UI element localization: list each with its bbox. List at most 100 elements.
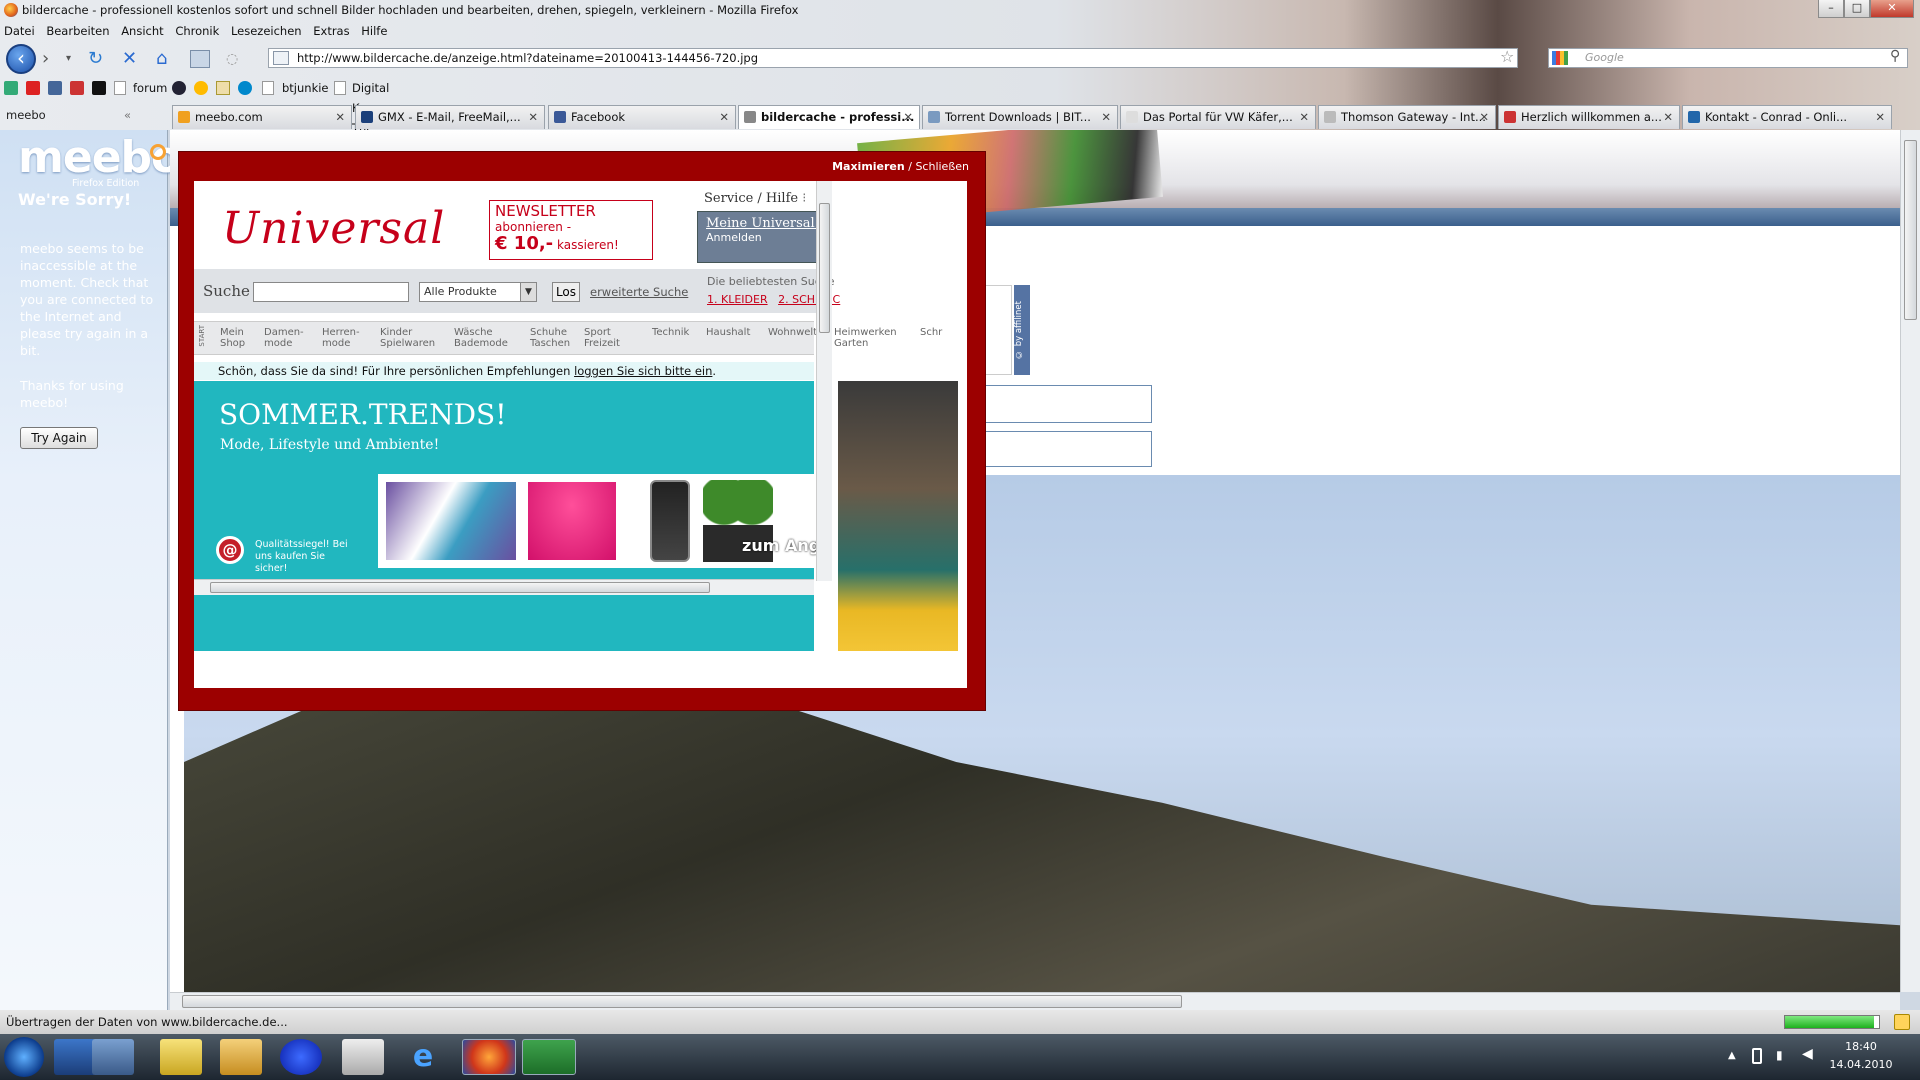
- volume-icon[interactable]: ◀: [1802, 1046, 1813, 1062]
- menu-hilfe[interactable]: Hilfe: [357, 22, 391, 40]
- close-window-button[interactable]: ✕: [1870, 0, 1914, 18]
- close-tab-icon[interactable]: ✕: [1663, 106, 1673, 128]
- bookmark-btjunkie[interactable]: btjunkie: [282, 78, 329, 98]
- search-field[interactable]: Google: [1548, 48, 1908, 68]
- category-item[interactable]: Schr: [920, 327, 942, 338]
- login-link[interactable]: Anmelden: [706, 231, 808, 244]
- page-horizontal-scrollbar[interactable]: [170, 992, 1900, 1010]
- history-dropdown-icon[interactable]: ▾: [66, 49, 78, 69]
- firefox-taskbar-icon[interactable]: [462, 1039, 516, 1075]
- youtube-icon[interactable]: [26, 81, 40, 95]
- home-icon[interactable]: ⌂: [156, 48, 178, 70]
- go-button[interactable]: Los: [552, 282, 580, 302]
- tab-4[interactable]: bildercache - professi... ✕: [738, 105, 920, 129]
- login-prompt-link[interactable]: loggen Sie sich bitte ein: [574, 364, 712, 378]
- collapse-sidebar-icon[interactable]: «: [124, 103, 131, 127]
- ad-horizontal-scrollbar[interactable]: [194, 579, 814, 595]
- battery-icon[interactable]: [1752, 1048, 1762, 1064]
- my-universal-link[interactable]: Meine Universal We: [706, 216, 816, 231]
- try-again-button[interactable]: Try Again: [20, 427, 98, 449]
- stop-icon[interactable]: ✕: [122, 48, 144, 70]
- scroll-thumb[interactable]: [1904, 140, 1917, 320]
- bookmark-favicon-icon[interactable]: [4, 81, 18, 95]
- phone-product-image[interactable]: [650, 480, 690, 562]
- bookmark-icon[interactable]: [194, 81, 208, 95]
- document-app-icon[interactable]: [342, 1039, 384, 1075]
- tab-1[interactable]: meebo.com ✕: [172, 105, 352, 129]
- google-engine-icon[interactable]: [1552, 51, 1568, 65]
- addon-icon[interactable]: [190, 50, 210, 68]
- start-button[interactable]: [4, 1037, 44, 1077]
- page-vertical-scrollbar[interactable]: [1900, 130, 1920, 992]
- amazon-icon[interactable]: [92, 81, 106, 95]
- universal-logo[interactable]: Universal: [222, 203, 445, 254]
- category-item[interactable]: Haushalt: [706, 327, 750, 338]
- category-select[interactable]: Alle Produkte ▼: [419, 282, 537, 302]
- scroll-thumb[interactable]: [210, 582, 710, 593]
- popup-maximize-link[interactable]: Maximieren: [832, 160, 905, 173]
- service-help-link[interactable]: Service / Hilfe ⁝: [704, 191, 806, 206]
- taskbar-clock[interactable]: 18:40 14.04.2010: [1826, 1038, 1896, 1074]
- close-tab-icon[interactable]: ✕: [1101, 106, 1111, 128]
- forward-button[interactable]: ›: [42, 49, 64, 69]
- menu-extras[interactable]: Extras: [309, 22, 353, 40]
- maximize-button[interactable]: □: [1844, 0, 1870, 18]
- category-item[interactable]: Damen-mode: [264, 327, 304, 349]
- bookmark-icon[interactable]: [216, 81, 230, 95]
- bookmark-star-icon[interactable]: ☆: [1500, 46, 1514, 68]
- window-switcher-icon[interactable]: [92, 1039, 134, 1075]
- popup-close-link[interactable]: Schließen: [915, 160, 969, 173]
- back-button[interactable]: ‹: [6, 44, 36, 74]
- category-item[interactable]: Heimwerken Garten: [834, 327, 897, 349]
- minimize-button[interactable]: –: [1818, 0, 1844, 18]
- advanced-search-link[interactable]: erweiterte Suche: [590, 285, 688, 299]
- ad-search-input[interactable]: [253, 282, 409, 302]
- internet-explorer-icon[interactable]: e: [402, 1039, 444, 1075]
- ad-vertical-scrollbar[interactable]: [816, 181, 832, 581]
- category-item[interactable]: Herren-mode: [322, 327, 360, 349]
- category-item[interactable]: Technik: [652, 327, 689, 338]
- menu-ansicht[interactable]: Ansicht: [117, 22, 167, 40]
- menu-lesezeichen[interactable]: Lesezeichen: [227, 22, 306, 40]
- close-tab-icon[interactable]: ✕: [335, 106, 345, 128]
- tab-8[interactable]: Herzlich willkommen a... ✕: [1498, 105, 1680, 129]
- bookmark-icon[interactable]: [48, 81, 62, 95]
- close-tab-icon[interactable]: ✕: [1875, 106, 1885, 128]
- excel-taskbar-icon[interactable]: [522, 1039, 576, 1075]
- zum-angebot-label[interactable]: zum Ang: [742, 536, 820, 555]
- site-identity-icon[interactable]: [273, 51, 289, 65]
- tab-3[interactable]: Facebook ✕: [548, 105, 736, 129]
- tab-9[interactable]: Kontakt - Conrad - Onli... ✕: [1682, 105, 1892, 129]
- tab-2[interactable]: GMX - E-Mail, FreeMail,... ✕: [355, 105, 545, 129]
- ebay-icon[interactable]: [70, 81, 84, 95]
- show-desktop-icon[interactable]: [54, 1039, 96, 1075]
- close-tab-icon[interactable]: ✕: [719, 106, 729, 128]
- search-go-icon[interactable]: ⚲: [1890, 48, 1900, 64]
- scroll-thumb[interactable]: [819, 203, 830, 333]
- url-bar[interactable]: http://www.bildercache.de/anzeige.html?d…: [268, 48, 1518, 68]
- start-label[interactable]: START: [197, 325, 208, 347]
- bookmark-icon[interactable]: [172, 81, 186, 95]
- tab-6[interactable]: Das Portal für VW Käfer,... ✕: [1120, 105, 1316, 129]
- category-item[interactable]: Wäsche Bademode: [454, 327, 508, 349]
- close-tab-icon[interactable]: ✕: [1479, 106, 1489, 128]
- my-universal-box[interactable]: Meine Universal We Anmelden: [697, 211, 817, 263]
- menu-bearbeiten[interactable]: Bearbeiten: [42, 22, 113, 40]
- notification-icon[interactable]: [1894, 1014, 1910, 1030]
- category-item[interactable]: Sport Freizeit: [584, 327, 620, 349]
- menu-datei[interactable]: Datei: [0, 22, 39, 40]
- close-tab-icon[interactable]: ✕: [903, 106, 913, 128]
- category-item[interactable]: Kinder Spielwaren: [380, 327, 435, 349]
- tab-7[interactable]: Thomson Gateway - Int... ✕: [1318, 105, 1496, 129]
- sync-icon[interactable]: ◌: [226, 50, 244, 68]
- category-item[interactable]: Mein Shop: [220, 327, 245, 349]
- summer-trends-banner[interactable]: SOMMER.TRENDS! Mode, Lifestyle und Ambie…: [194, 381, 958, 651]
- category-item[interactable]: Schuhe Taschen: [530, 327, 570, 349]
- popular-search-item[interactable]: 1. KLEIDER: [707, 293, 768, 306]
- bedding-product-image[interactable]: [386, 482, 516, 560]
- bookmark-icon[interactable]: [238, 81, 252, 95]
- menu-chronik[interactable]: Chronik: [171, 22, 223, 40]
- network-icon[interactable]: ▮: [1776, 1048, 1783, 1062]
- explorer-folder-icon[interactable]: [220, 1039, 262, 1075]
- close-tab-icon[interactable]: ✕: [528, 106, 538, 128]
